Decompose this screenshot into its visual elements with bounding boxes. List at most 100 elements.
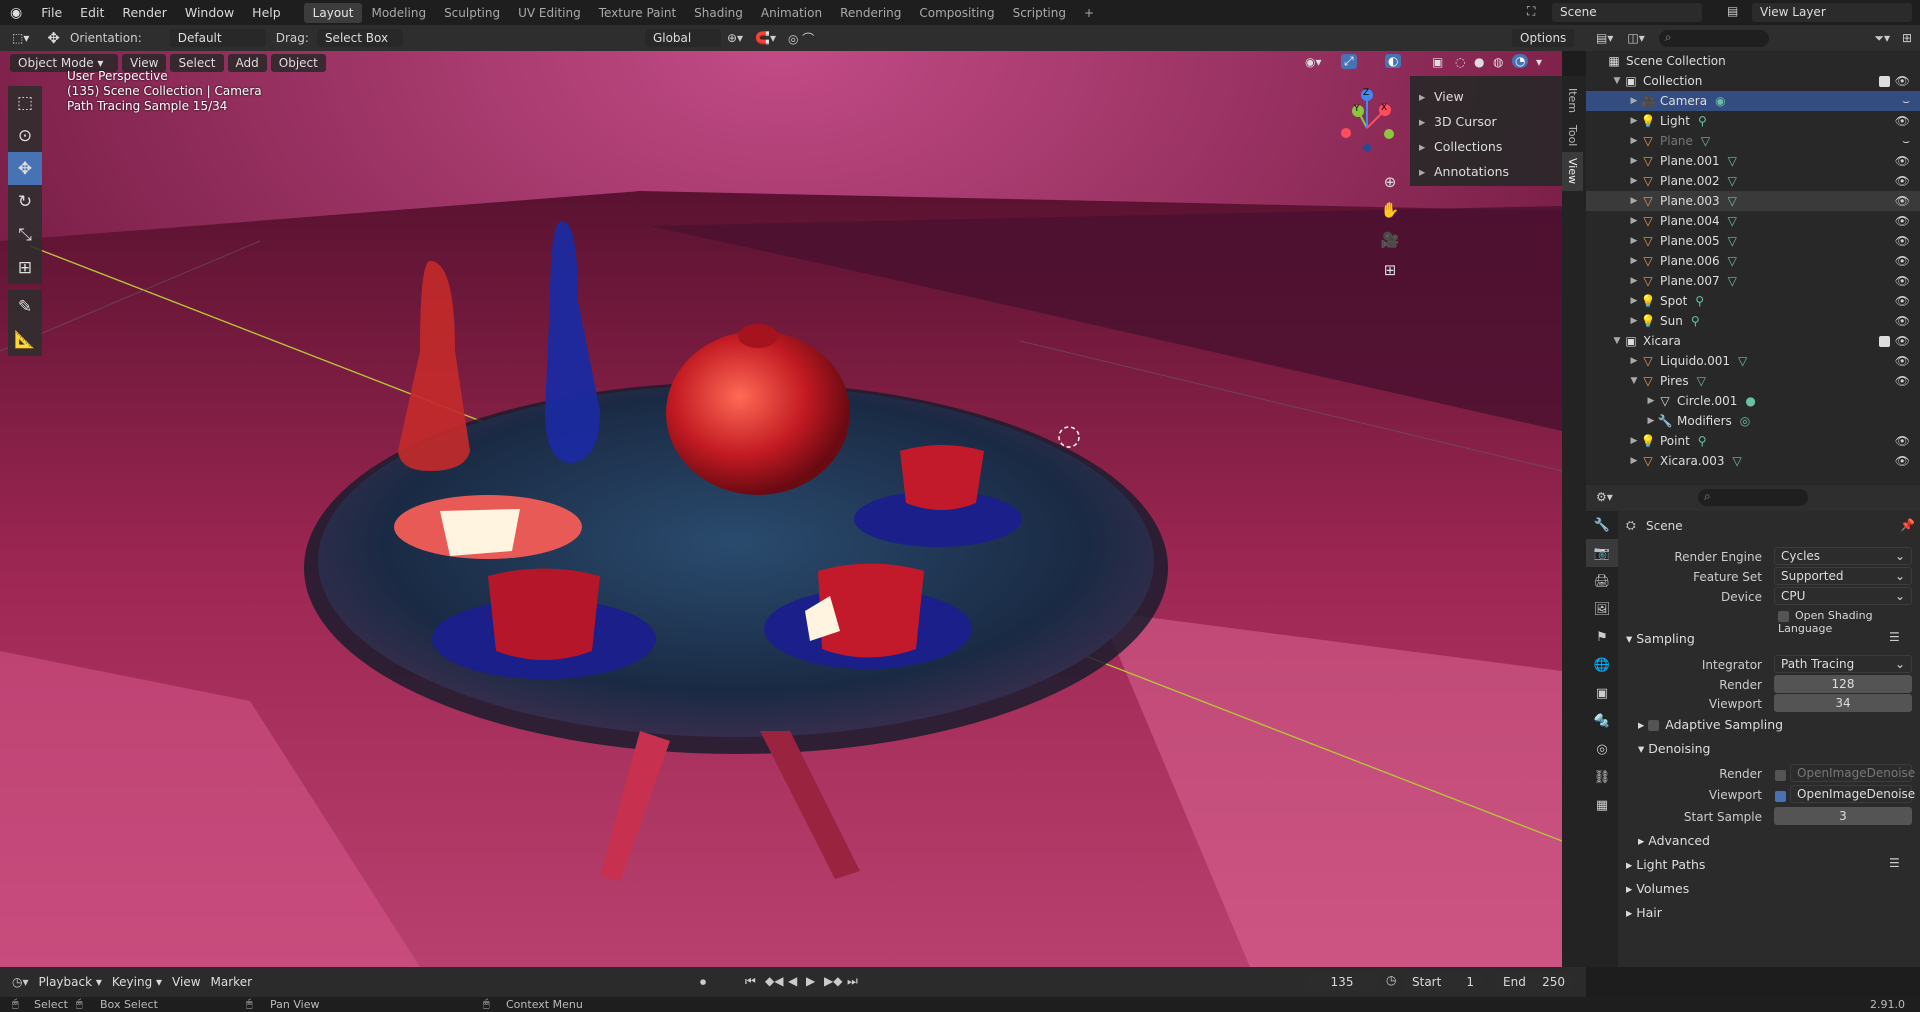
render-samples-field[interactable]: 128 bbox=[1774, 675, 1912, 693]
npanel-annotations[interactable]: Annotations bbox=[1410, 159, 1562, 184]
sampling-section[interactable]: ▾ Sampling bbox=[1626, 631, 1695, 646]
tab-sculpting[interactable]: Sculpting bbox=[435, 3, 509, 23]
expand-arrow-icon[interactable]: ▶ bbox=[1628, 136, 1640, 146]
outliner-row[interactable]: ▦ Scene Collection bbox=[1586, 51, 1920, 71]
visibility-eye-icon[interactable]: 👁 bbox=[1895, 114, 1910, 128]
jump-start-icon[interactable]: ⏮ bbox=[745, 974, 756, 989]
snap-icon[interactable]: 🧲▾ bbox=[755, 31, 776, 45]
material-shading-icon[interactable]: ◍ bbox=[1493, 55, 1503, 69]
outliner-row[interactable]: ▶ ▽ Circle.001 ● bbox=[1586, 391, 1920, 411]
view-layer-tab-icon[interactable]: 🖼 bbox=[1586, 595, 1618, 623]
expand-arrow-icon[interactable]: ▶ bbox=[1628, 276, 1640, 286]
outliner-row[interactable]: ▶ ▽ Plane.007 ▽ 👁 bbox=[1586, 271, 1920, 291]
blender-logo-icon[interactable]: ◉ bbox=[0, 5, 32, 21]
denoising-section[interactable]: ▾ Denoising bbox=[1638, 741, 1710, 756]
timeline-menu-keying[interactable]: Keying ▾ bbox=[112, 975, 162, 989]
collection-checkbox[interactable] bbox=[1879, 75, 1890, 87]
outliner-search-input[interactable]: ⌕ bbox=[1658, 29, 1769, 47]
next-keyframe-icon[interactable]: ▶◆ bbox=[824, 974, 842, 988]
outliner-row[interactable]: ▶ ▽ Xicara.003 ▽ 👁 bbox=[1586, 451, 1920, 471]
outliner-row[interactable]: ▶ 💡 Point ⚲ 👁 bbox=[1586, 431, 1920, 451]
outliner-row[interactable]: ▶ 💡 Sun ⚲ 👁 bbox=[1586, 311, 1920, 331]
visibility-eye-icon[interactable]: 👁 bbox=[1895, 174, 1910, 188]
rendered-shading-icon[interactable]: ◔ bbox=[1512, 54, 1529, 68]
solid-shading-icon[interactable]: ● bbox=[1474, 55, 1484, 69]
visibility-eye-icon[interactable]: 👁 bbox=[1895, 214, 1910, 228]
expand-arrow-icon[interactable]: ▼ bbox=[1611, 76, 1623, 86]
visibility-eye-icon[interactable]: 👁 bbox=[1895, 434, 1910, 448]
outliner-row[interactable]: ▶ ▽ Plane.004 ▽ 👁 bbox=[1586, 211, 1920, 231]
shading-options-icon[interactable]: ▾ bbox=[1536, 55, 1542, 69]
visibility-eye-icon[interactable]: 👁 bbox=[1895, 314, 1910, 328]
timeline-editor-icon[interactable]: ◷▾ bbox=[0, 975, 39, 989]
overlay-toggle-icon[interactable]: ◐ bbox=[1385, 54, 1402, 68]
tab-tool[interactable]: Tool bbox=[1562, 119, 1583, 152]
object-tab-icon[interactable]: ▣ bbox=[1586, 679, 1618, 707]
navigation-gizmo[interactable]: Y X Z bbox=[1322, 73, 1412, 163]
filter-icon[interactable]: ⏷▾ bbox=[1874, 31, 1890, 46]
timeline-menu-view[interactable]: View bbox=[172, 975, 200, 989]
orientation-dropdown[interactable]: Default bbox=[169, 29, 266, 47]
tab-animation[interactable]: Animation bbox=[752, 3, 831, 23]
tab-rendering[interactable]: Rendering bbox=[831, 3, 910, 23]
expand-arrow-icon[interactable]: ▼ bbox=[1611, 336, 1623, 346]
preview-range-icon[interactable]: ◷ bbox=[1386, 973, 1396, 987]
ortho-grid-icon[interactable]: ⊞ bbox=[1378, 261, 1402, 279]
properties-editor-icon[interactable]: ⚙▾ bbox=[1596, 490, 1613, 504]
visibility-eye-icon[interactable]: 👁 bbox=[1895, 254, 1910, 268]
outliner-row[interactable]: ▶ 🔧 Modifiers ◎ bbox=[1586, 411, 1920, 431]
expand-arrow-icon[interactable]: ▶ bbox=[1628, 316, 1640, 326]
expand-arrow-icon[interactable]: ▶ bbox=[1628, 296, 1640, 306]
scale-tool-icon[interactable]: ⤡ bbox=[8, 218, 42, 251]
expand-arrow-icon[interactable]: ▶ bbox=[1628, 156, 1640, 166]
expand-arrow-icon[interactable]: ▶ bbox=[1628, 196, 1640, 206]
expand-arrow-icon[interactable]: ▶ bbox=[1628, 236, 1640, 246]
current-frame-field[interactable]: 135 bbox=[1306, 973, 1378, 991]
3d-viewport[interactable]: Object Mode ▾ View Select Add Object ◉▾ … bbox=[0, 51, 1562, 967]
xray-icon[interactable]: ▣ bbox=[1432, 55, 1443, 69]
play-icon[interactable]: ▶ bbox=[806, 974, 815, 988]
prev-keyframe-icon[interactable]: ◆◀ bbox=[765, 974, 783, 988]
integrator-dropdown[interactable]: Path Tracing ⌄ bbox=[1774, 655, 1912, 673]
visibility-eye-icon[interactable]: 👁 bbox=[1895, 354, 1910, 368]
outliner-row[interactable]: ▶ ▽ Plane.005 ▽ 👁 bbox=[1586, 231, 1920, 251]
expand-arrow-icon[interactable]: ▼ bbox=[1628, 376, 1640, 386]
feature-set-dropdown[interactable]: Supported ⌄ bbox=[1774, 567, 1912, 585]
expand-arrow-icon[interactable]: ▶ bbox=[1628, 96, 1640, 106]
denoise-viewport-dropdown[interactable]: OpenImageDenoise⌄ bbox=[1790, 785, 1915, 815]
visibility-eye-icon[interactable]: 👁 bbox=[1895, 374, 1910, 388]
expand-arrow-icon[interactable]: ▶ bbox=[1628, 456, 1640, 466]
outliner-row[interactable]: ▶ ▽ Plane.001 ▽ 👁 bbox=[1586, 151, 1920, 171]
outliner-row[interactable]: ▶ 💡 Light ⚲ 👁 bbox=[1586, 111, 1920, 131]
expand-arrow-icon[interactable]: ▶ bbox=[1628, 116, 1640, 126]
visibility-eye-icon[interactable]: ⌣ bbox=[1902, 134, 1910, 149]
viewport-menu-object[interactable]: Object bbox=[270, 54, 326, 72]
viewport-menu-add[interactable]: Add bbox=[227, 54, 267, 72]
tab-view[interactable]: View bbox=[1562, 152, 1583, 191]
expand-arrow-icon[interactable]: ▶ bbox=[1628, 436, 1640, 446]
expand-arrow-icon[interactable]: ▶ bbox=[1628, 256, 1640, 266]
visibility-eye-icon[interactable]: 👁 bbox=[1895, 274, 1910, 288]
jump-end-icon[interactable]: ⏭ bbox=[847, 974, 858, 989]
drag-dropdown[interactable]: Select Box bbox=[316, 29, 403, 47]
move-tool-button-icon[interactable]: ✥ bbox=[8, 152, 42, 185]
menu-window[interactable]: Window bbox=[176, 5, 243, 20]
visibility-eye-icon[interactable]: 👁 bbox=[1895, 294, 1910, 308]
outliner-row[interactable]: ▶ ▽ Liquido.001 ▽ 👁 bbox=[1586, 351, 1920, 371]
viewport-menu-select[interactable]: Select bbox=[170, 54, 224, 72]
tab-shading[interactable]: Shading bbox=[685, 3, 752, 23]
timeline-menu-playback[interactable]: Playback ▾ bbox=[39, 975, 102, 989]
visibility-eye-icon[interactable]: 👁 bbox=[1895, 234, 1910, 248]
tab-uv-editing[interactable]: UV Editing bbox=[509, 3, 590, 23]
visibility-eye-icon[interactable]: 👁 bbox=[1895, 454, 1910, 468]
tab-scripting[interactable]: Scripting bbox=[1004, 3, 1075, 23]
expand-arrow-icon[interactable]: ▶ bbox=[1628, 216, 1640, 226]
properties-search-input[interactable]: ⌕ bbox=[1698, 489, 1808, 506]
outliner-row[interactable]: ▶ ▽ Plane.006 ▽ 👁 bbox=[1586, 251, 1920, 271]
select-box-tool-icon[interactable]: ⬚ bbox=[8, 86, 42, 119]
tab-item[interactable]: Item bbox=[1562, 82, 1583, 119]
npanel-collections[interactable]: Collections bbox=[1410, 134, 1562, 159]
zoom-icon[interactable]: ⊕ bbox=[1378, 173, 1402, 191]
adaptive-sampling-section[interactable]: ▸ Adaptive Sampling bbox=[1638, 717, 1783, 732]
add-workspace-button[interactable]: + bbox=[1075, 3, 1103, 23]
